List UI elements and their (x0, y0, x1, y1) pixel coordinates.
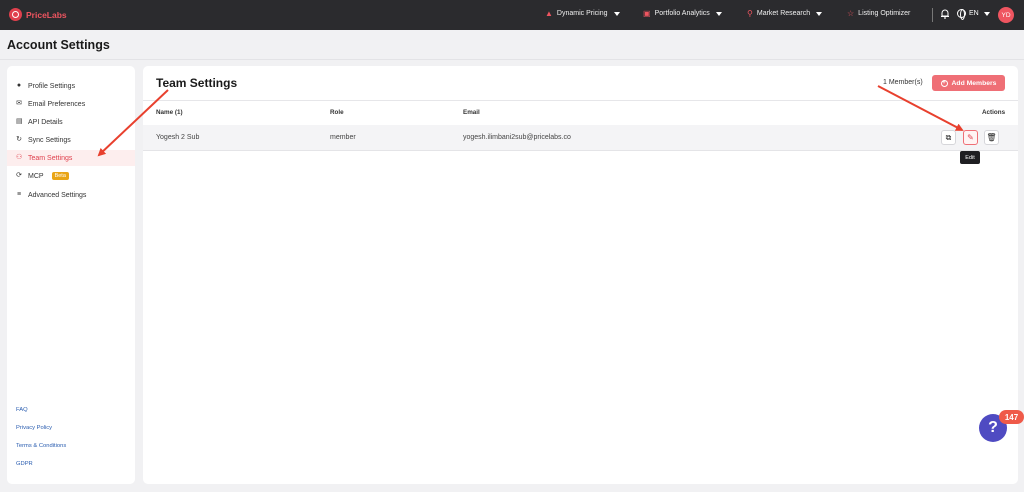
column-header-name[interactable]: Name (1) (156, 109, 183, 116)
footer-link-gdpr[interactable]: GDPR (16, 461, 33, 467)
add-members-label: Add Members (951, 79, 997, 87)
sync-icon: ↻ (16, 136, 22, 143)
nav-divider (932, 8, 933, 22)
mcp-icon: ⟳ (16, 172, 22, 179)
table-row: Yogesh 2 Sub member yogesh.ilimbani2sub@… (143, 125, 1018, 151)
trash-icon: 🗑 (986, 133, 997, 142)
team-icon: ⚇ (16, 154, 23, 161)
table-divider (143, 100, 1018, 101)
sidebar-item-label: Profile Settings (28, 82, 76, 90)
pricelabs-logo[interactable]: PriceLabs (9, 8, 67, 21)
sidebar-item-label: Sync Settings (28, 136, 71, 144)
nav-label: Listing Optimizer (858, 10, 911, 17)
nav-market-research[interactable]: ⚲ Market Research (747, 9, 823, 18)
sidebar-item-profile-settings[interactable]: ● Profile Settings (7, 78, 135, 94)
sidebar-item-label: Email Preferences (28, 100, 86, 108)
sidebar-item-label: Advanced Settings (28, 191, 87, 199)
star-icon: ☆ (847, 9, 855, 18)
sidebar-item-email-preferences[interactable]: ✉ Email Preferences (7, 96, 135, 112)
column-header-actions: Actions (982, 109, 1006, 116)
logo-mark-icon (9, 8, 22, 21)
avatar[interactable]: YD (998, 7, 1014, 23)
chevron-down-icon (613, 11, 620, 16)
copy-icon: ⧉ (945, 132, 952, 142)
settings-sidebar: ● Profile Settings ✉ Email Preferences ▤… (7, 66, 135, 484)
footer-link-privacy-policy[interactable]: Privacy Policy (16, 425, 52, 431)
nav-label: Dynamic Pricing (556, 10, 608, 17)
language-label: EN (969, 10, 979, 17)
footer-link-faq[interactable]: FAQ (16, 407, 28, 413)
question-icon: ? (988, 419, 998, 436)
plus-circle-icon: + (940, 79, 948, 87)
user-icon: ● (16, 82, 22, 89)
title-divider (0, 59, 1024, 60)
chevron-down-icon (715, 11, 722, 16)
column-header-role: Role (330, 109, 344, 116)
member-name: Yogesh 2 Sub (156, 134, 200, 141)
top-navbar: PriceLabs ▲ Dynamic Pricing ▣ Portfolio … (0, 0, 1024, 30)
sidebar-item-mcp[interactable]: ⟳ MCP Beta (7, 168, 135, 184)
sidebar-item-label: API Details (28, 118, 63, 126)
sidebar-item-sync-settings[interactable]: ↻ Sync Settings (7, 132, 135, 148)
sidebar-item-label: Team Settings (28, 154, 73, 162)
chevron-down-icon (816, 11, 823, 16)
bell-icon[interactable] (941, 9, 949, 19)
sidebar-item-team-settings[interactable]: ⚇ Team Settings (7, 150, 135, 166)
delete-button[interactable]: 🗑 (984, 130, 999, 145)
chevron-down-icon (983, 11, 990, 16)
member-count: 1 Member(s) (883, 79, 923, 86)
nav-dynamic-pricing[interactable]: ▲ Dynamic Pricing (545, 9, 620, 18)
section-title: Team Settings (156, 76, 238, 90)
edit-button[interactable]: ✎ (963, 130, 978, 145)
edit-icon: ✎ (967, 133, 974, 142)
search-icon: ⚲ (747, 9, 753, 18)
sidebar-item-advanced-settings[interactable]: ≡ Advanced Settings (7, 187, 135, 203)
footer-link-terms[interactable]: Terms & Conditions (16, 443, 66, 449)
member-email: yogesh.ilimbani2sub@pricelabs.co (463, 134, 571, 141)
member-role: member (330, 134, 356, 141)
language-selector[interactable]: EN (957, 9, 990, 20)
edit-tooltip: Edit (960, 151, 980, 164)
add-members-button[interactable]: + Add Members (932, 75, 1005, 91)
sidebar-item-api-details[interactable]: ▤ API Details (7, 114, 135, 130)
nav-label: Portfolio Analytics (654, 10, 710, 17)
page-title: Account Settings (7, 38, 110, 52)
column-header-email: Email (463, 109, 480, 116)
beta-badge: Beta (51, 172, 69, 180)
chart-icon: ▣ (643, 9, 651, 18)
sliders-icon: ≡ (16, 191, 22, 198)
flame-icon: ▲ (545, 9, 553, 18)
nav-listing-optimizer[interactable]: ☆ Listing Optimizer (847, 9, 910, 18)
api-icon: ▤ (16, 118, 23, 125)
sidebar-item-label: MCP (28, 172, 44, 180)
globe-icon (957, 9, 966, 20)
logo-text: PriceLabs (26, 9, 67, 20)
mail-icon: ✉ (16, 100, 22, 107)
team-settings-panel: Team Settings 1 Member(s) + Add Members … (143, 66, 1018, 484)
notification-count-badge: 147 (999, 410, 1024, 424)
copy-button[interactable]: ⧉ (941, 130, 956, 145)
nav-portfolio-analytics[interactable]: ▣ Portfolio Analytics (643, 9, 722, 18)
nav-label: Market Research (756, 10, 811, 17)
